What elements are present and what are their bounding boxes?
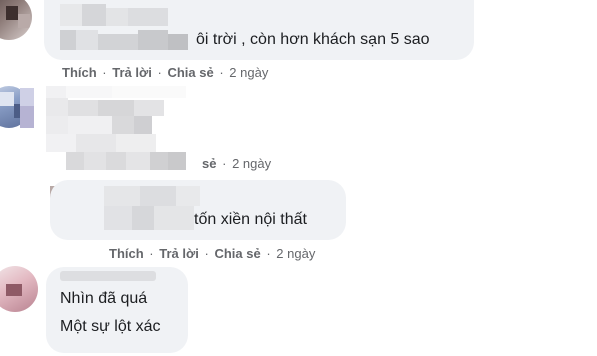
comment-actions: Thích · Trả lời · Chia sẻ · 2 ngày (109, 246, 315, 262)
share-link[interactable]: Chia sẻ (167, 65, 213, 80)
timestamp[interactable]: 2 ngày (232, 156, 271, 171)
comment-bubble: ôi trời , còn hơn khách sạn 5 sao (44, 0, 474, 60)
comment-text: ôi trời , còn hơn khách sạn 5 sao (196, 31, 430, 48)
share-link[interactable]: sẻ (202, 156, 216, 171)
separator: · (102, 65, 107, 80)
separator: · (222, 156, 227, 171)
comment-bubble: Nhìn đã quá Một sự lột xác (46, 267, 188, 353)
avatar[interactable] (0, 0, 32, 40)
avatar[interactable] (0, 266, 38, 312)
pixelated-author-name (60, 4, 82, 26)
comment-text-line-2: Một sự lột xác (60, 318, 161, 335)
comment-actions: sẻ · 2 ngày (202, 156, 271, 172)
like-link[interactable]: Thích (62, 65, 97, 80)
pixelated-comment (46, 86, 186, 176)
pixelated-author-name (104, 186, 140, 206)
separator: · (266, 246, 271, 261)
comment-actions: Thích · Trả lời · Chia sẻ · 2 ngày (62, 65, 268, 81)
comment-text: tốn xiền nội thất (194, 211, 307, 228)
timestamp[interactable]: 2 ngày (229, 65, 268, 80)
separator: · (204, 246, 209, 261)
like-link[interactable]: Thích (109, 246, 144, 261)
pixelated-author-name (60, 271, 156, 281)
separator: · (149, 246, 154, 261)
comment-text-line-1: Nhìn đã quá (60, 290, 148, 307)
reply-link[interactable]: Trả lời (159, 246, 199, 261)
reply-link[interactable]: Trả lời (112, 65, 152, 80)
separator: · (219, 65, 224, 80)
comment-bubble: tốn xiền nội thất (50, 180, 346, 240)
timestamp[interactable]: 2 ngày (276, 246, 315, 261)
share-link[interactable]: Chia sẻ (214, 246, 260, 261)
separator: · (157, 65, 162, 80)
